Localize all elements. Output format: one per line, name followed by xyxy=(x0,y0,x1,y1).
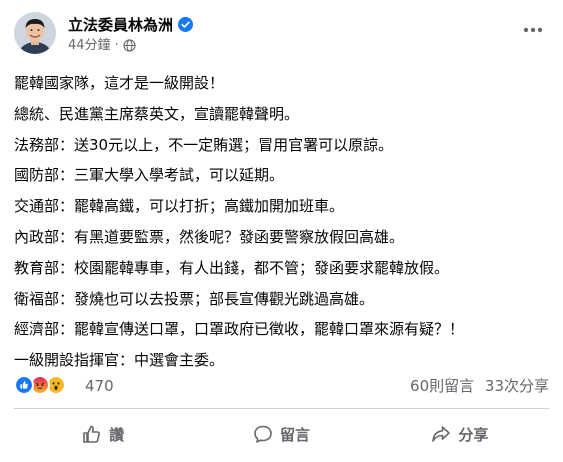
action-bar: 讚 留言 分享 xyxy=(14,414,549,454)
comment-button[interactable]: 留言 xyxy=(192,414,370,454)
post-timestamp[interactable]: 44分鐘 xyxy=(68,37,111,54)
post-body: 罷韓國家隊，這才是一級開設！ 總統、民進黨主席蔡英文，宣讀罷韓聲明。 法務部：送… xyxy=(14,68,554,376)
like-label: 讚 xyxy=(109,425,125,444)
divider xyxy=(14,408,549,409)
reaction-count[interactable]: 470 xyxy=(85,376,114,396)
post-line: 罷韓國家隊，這才是一級開設！ xyxy=(14,74,225,92)
comment-count[interactable]: 60則留言 xyxy=(410,377,474,395)
avatar[interactable] xyxy=(14,12,56,54)
share-label: 分享 xyxy=(458,425,489,444)
author-name[interactable]: 立法委員林為洲 xyxy=(68,16,173,34)
share-button[interactable]: 分享 xyxy=(371,414,549,454)
post-line: 法務部：送30元以上，不一定賄選；冒用官署可以原諒。 xyxy=(14,135,394,154)
post-line: 經濟部：罷韓宣傳送口罩，口罩政府已徵收，罷韓口罩來源有疑？！ xyxy=(14,320,465,339)
more-options-icon[interactable] xyxy=(521,18,545,42)
reaction-icons[interactable] xyxy=(14,375,66,395)
like-reaction-icon xyxy=(14,375,34,395)
post-line: 內政部：有黑道要監票，然後呢？發函要警察放假回高雄。 xyxy=(14,227,405,246)
post-line: 總統、民進黨主席蔡英文，宣讀罷韓聲明。 xyxy=(14,104,300,123)
engagement-stats: 470 60則留言 33次分享 xyxy=(14,375,549,397)
post-line: 國防部：三軍大學入學考試，可以延期。 xyxy=(14,166,285,185)
verified-badge-icon xyxy=(178,17,194,32)
post-header: 立法委員林為洲 44分鐘 · xyxy=(14,12,549,58)
globe-icon[interactable] xyxy=(123,39,136,52)
comment-label: 留言 xyxy=(279,425,310,444)
thumbs-up-icon xyxy=(83,425,101,443)
post-line: 衛福部：發燒也可以去投票；部長宣傳觀光跳過高雄。 xyxy=(14,289,375,308)
meta-separator: · xyxy=(114,38,119,53)
share-arrow-icon xyxy=(432,426,451,442)
post-line: 交通部：罷韓高鐵，可以打折；高鐵加開加班車。 xyxy=(14,197,345,216)
comment-bubble-icon xyxy=(254,425,272,443)
post-card: 立法委員林為洲 44分鐘 · 罷韓國家隊，這才是一級開設！ 總統、民進黨主席蔡英… xyxy=(0,0,563,462)
like-button[interactable]: 讚 xyxy=(14,414,192,454)
post-meta: 44分鐘 · xyxy=(68,37,136,54)
share-count[interactable]: 33次分享 xyxy=(485,377,549,395)
post-line: 教育部：校園罷韓專車，有人出錢，都不管；發函要求罷韓放假。 xyxy=(14,258,450,277)
post-line: 一級開設指揮官：中選會主委。 xyxy=(14,351,225,370)
